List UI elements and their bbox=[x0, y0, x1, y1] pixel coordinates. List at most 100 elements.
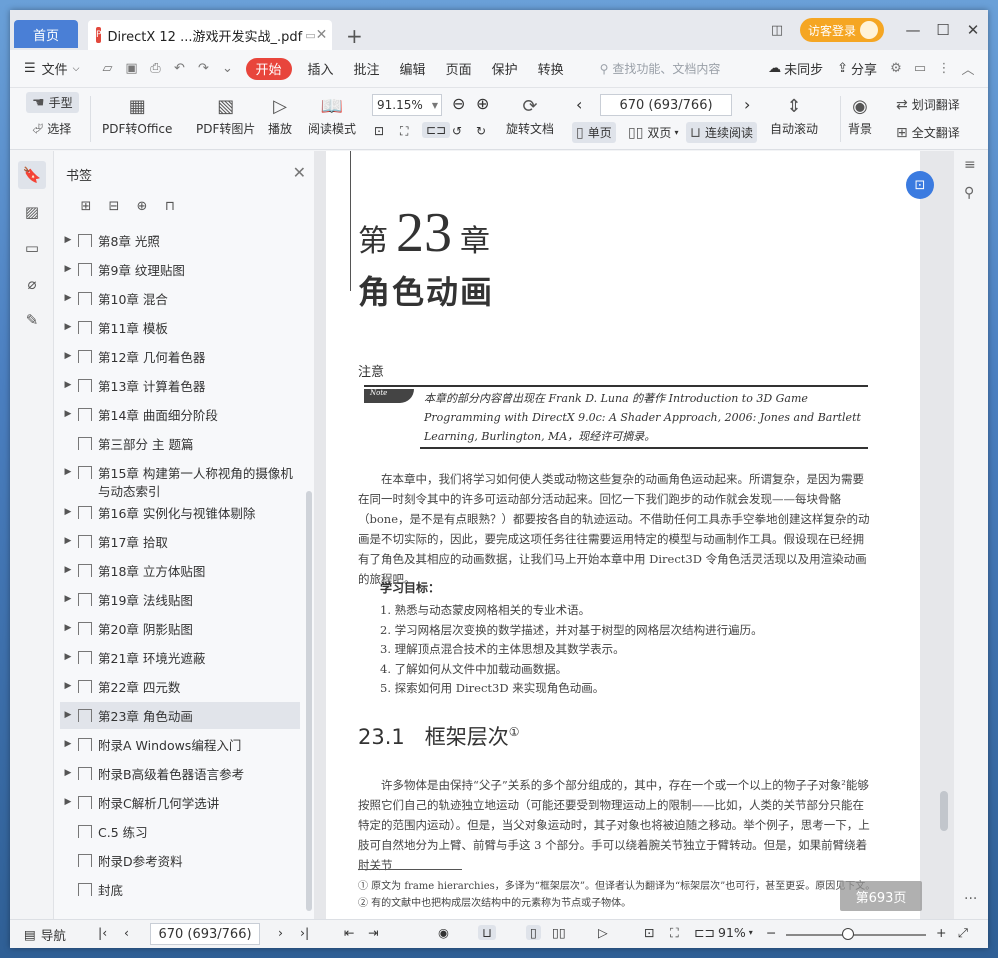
continuous-icon[interactable]: ⊔ bbox=[478, 925, 496, 940]
expand-arrow-icon[interactable]: ▶ bbox=[60, 708, 76, 720]
scrollbar-thumb[interactable] bbox=[940, 791, 948, 831]
status-page-input[interactable]: 670 (693/766) bbox=[150, 923, 260, 945]
tab-start[interactable]: 开始 bbox=[245, 57, 292, 80]
bookmark-icon[interactable]: 🔖 bbox=[18, 161, 46, 189]
fit-page-icon[interactable]: ⛶ bbox=[670, 925, 679, 941]
hand-tool-button[interactable]: ☚ 手型 bbox=[26, 92, 79, 113]
expand-all-icon[interactable]: ⊞ bbox=[72, 199, 100, 214]
tab-annotate[interactable]: 批注 bbox=[344, 59, 390, 78]
menu-lines-icon[interactable]: ≡ bbox=[964, 157, 976, 173]
expand-arrow-icon[interactable]: ▶ bbox=[60, 262, 76, 274]
zoom-out-icon[interactable]: ⊖ bbox=[452, 94, 465, 113]
prev-page-icon[interactable]: ‹ bbox=[576, 95, 582, 114]
more-options-icon[interactable]: ⋮ bbox=[932, 61, 956, 76]
close-tab-icon[interactable]: ✕ bbox=[316, 27, 328, 43]
fit-page-icon[interactable]: ⛶ bbox=[400, 124, 408, 139]
bookmark-item[interactable]: ▶ 第20章 阴影贴图 bbox=[60, 615, 300, 642]
double-page-icon[interactable]: ▯▯ bbox=[552, 925, 566, 940]
floating-tool-icon[interactable]: ⊡ bbox=[906, 171, 934, 199]
expand-arrow-icon[interactable]: ▶ bbox=[60, 650, 76, 662]
play-button[interactable]: ▷ 播放 bbox=[268, 92, 292, 137]
first-page-icon[interactable]: |‹ bbox=[98, 925, 107, 940]
minimize-icon[interactable]: — bbox=[898, 21, 928, 39]
expand-arrow-icon[interactable]: ▶ bbox=[60, 592, 76, 604]
close-window-icon[interactable]: ✕ bbox=[958, 21, 988, 39]
redo-icon[interactable]: ↷ bbox=[192, 61, 216, 76]
collapse-ribbon-icon[interactable]: ︿ bbox=[956, 59, 980, 78]
rotate-left-icon[interactable]: ↺ bbox=[452, 124, 462, 138]
rotate-document-button[interactable]: ⟳ 旋转文档 bbox=[506, 92, 554, 137]
bookmark-item[interactable]: ▶ 第10章 混合 bbox=[60, 285, 300, 312]
bookmark-item[interactable]: ▶ 第14章 曲面细分阶段 bbox=[60, 401, 300, 428]
bookmark-item[interactable]: ▶ 第23章 角色动画 bbox=[60, 702, 300, 729]
bookmark-item[interactable]: ▶ 第22章 四元数 bbox=[60, 673, 300, 700]
zoom-select[interactable]: 91.15% ▼ bbox=[372, 94, 442, 116]
bookmark-item[interactable]: ▶ 第18章 立方体贴图 bbox=[60, 557, 300, 584]
expand-arrow-icon[interactable]: ▶ bbox=[60, 233, 76, 245]
background-button[interactable]: ◉ 背景 bbox=[848, 92, 872, 137]
expand-arrow-icon[interactable]: ▶ bbox=[60, 378, 76, 390]
fit-width-icon[interactable]: ⊏⊐ bbox=[422, 122, 451, 138]
expand-arrow-icon[interactable]: ▶ bbox=[60, 320, 76, 332]
bookmark-item[interactable]: ▶ 附录A Windows编程入门 bbox=[60, 731, 300, 758]
bookmark-item[interactable]: C.5 练习 bbox=[60, 818, 300, 845]
read-mode-button[interactable]: 📖 阅读模式 bbox=[308, 92, 356, 137]
thumbnail-icon[interactable]: ▨ bbox=[21, 201, 43, 223]
tab-page[interactable]: 页面 bbox=[436, 59, 482, 78]
zoom-dropdown[interactable]: 91% ▾ bbox=[718, 925, 753, 940]
auto-scroll-button[interactable]: ⇕ 自动滚动 bbox=[770, 92, 818, 137]
undo-icon[interactable]: ↶ bbox=[168, 61, 192, 76]
actual-size-icon[interactable]: ⊡ bbox=[374, 124, 384, 138]
tab-protect[interactable]: 保护 bbox=[482, 59, 528, 78]
next-page-icon[interactable]: › bbox=[744, 95, 750, 114]
feature-search[interactable]: ⚲ 查找功能、文档内容 bbox=[600, 60, 721, 77]
zoom-slider[interactable] bbox=[786, 928, 926, 940]
pdf-to-image-button[interactable]: ▧ PDF转图片 bbox=[196, 92, 255, 137]
comment-icon[interactable]: ▭ bbox=[21, 237, 43, 259]
continuous-read-button[interactable]: ⊔ 连续阅读 bbox=[686, 122, 757, 143]
expand-arrow-icon[interactable]: ▶ bbox=[60, 465, 76, 477]
last-page-icon[interactable]: ›| bbox=[300, 925, 309, 940]
bookmark-outline-icon[interactable]: ⊓ bbox=[156, 199, 184, 214]
sync-status[interactable]: ☁ 未同步 bbox=[761, 59, 830, 78]
new-tab-button[interactable]: + bbox=[346, 24, 363, 48]
more-icon[interactable]: ··· bbox=[964, 891, 977, 907]
guest-login-button[interactable]: 访客登录 bbox=[799, 18, 884, 42]
expand-arrow-icon[interactable]: ▶ bbox=[60, 766, 76, 778]
expand-arrow-icon[interactable]: ▶ bbox=[60, 563, 76, 575]
bookmark-item[interactable]: ▶ 第21章 环境光遮蔽 bbox=[60, 644, 300, 671]
home-tab[interactable]: 首页 bbox=[14, 20, 78, 48]
tab-edit[interactable]: 编辑 bbox=[390, 59, 436, 78]
bookmark-item[interactable]: ▶ 第13章 计算着色器 bbox=[60, 372, 300, 399]
scrollbar[interactable] bbox=[306, 491, 312, 911]
actual-size-icon[interactable]: ⊡ bbox=[644, 925, 654, 940]
bookmark-item[interactable]: 附录D参考资料 bbox=[60, 847, 300, 874]
bookmark-item[interactable]: ▶ 附录C解析几何学选讲 bbox=[60, 789, 300, 816]
expand-arrow-icon[interactable]: ▶ bbox=[60, 291, 76, 303]
prev-page-icon[interactable]: ‹ bbox=[124, 925, 129, 940]
navigation-toggle[interactable]: ▤ 导航 bbox=[24, 925, 66, 944]
single-page-button[interactable]: ▯ 单页 bbox=[572, 122, 616, 143]
expand-arrow-icon[interactable]: ▶ bbox=[60, 679, 76, 691]
bookmark-item[interactable]: ▶ 第12章 几何着色器 bbox=[60, 343, 300, 370]
bookmark-item[interactable]: ▶ 第8章 光照 bbox=[60, 227, 300, 254]
bookmark-item[interactable]: ▶ 第16章 实例化与视锥体剔除 bbox=[60, 499, 300, 526]
document-scrollbar[interactable] bbox=[938, 151, 950, 919]
expand-arrow-icon[interactable]: ▶ bbox=[60, 795, 76, 807]
close-icon[interactable]: ✕ bbox=[293, 163, 306, 182]
expand-arrow-icon[interactable]: ▶ bbox=[60, 407, 76, 419]
expand-arrow-icon[interactable]: ▶ bbox=[60, 505, 76, 517]
select-tool-button[interactable]: ⮰ 选择 bbox=[32, 120, 71, 137]
bookmark-item[interactable]: ▶ 第11章 模板 bbox=[60, 314, 300, 341]
zoom-slider-knob[interactable] bbox=[842, 928, 854, 940]
zoom-out-icon[interactable]: − bbox=[766, 925, 776, 940]
expand-arrow-icon[interactable]: ▶ bbox=[60, 621, 76, 633]
share-button[interactable]: ⇪ 分享 bbox=[830, 59, 884, 78]
eye-icon[interactable]: ◉ bbox=[438, 925, 449, 940]
expand-arrow-icon[interactable]: ▶ bbox=[60, 349, 76, 361]
page-number-input[interactable]: 670 (693/766) bbox=[600, 94, 732, 116]
bookmark-item[interactable]: ▶ 第15章 构建第一人称视角的摄像机 与动态索引 bbox=[60, 459, 300, 499]
tab-convert[interactable]: 转换 bbox=[528, 59, 574, 78]
search-doc-icon[interactable]: ⚲ bbox=[964, 185, 974, 201]
more-dropdown-icon[interactable]: ⌄ bbox=[216, 61, 240, 76]
